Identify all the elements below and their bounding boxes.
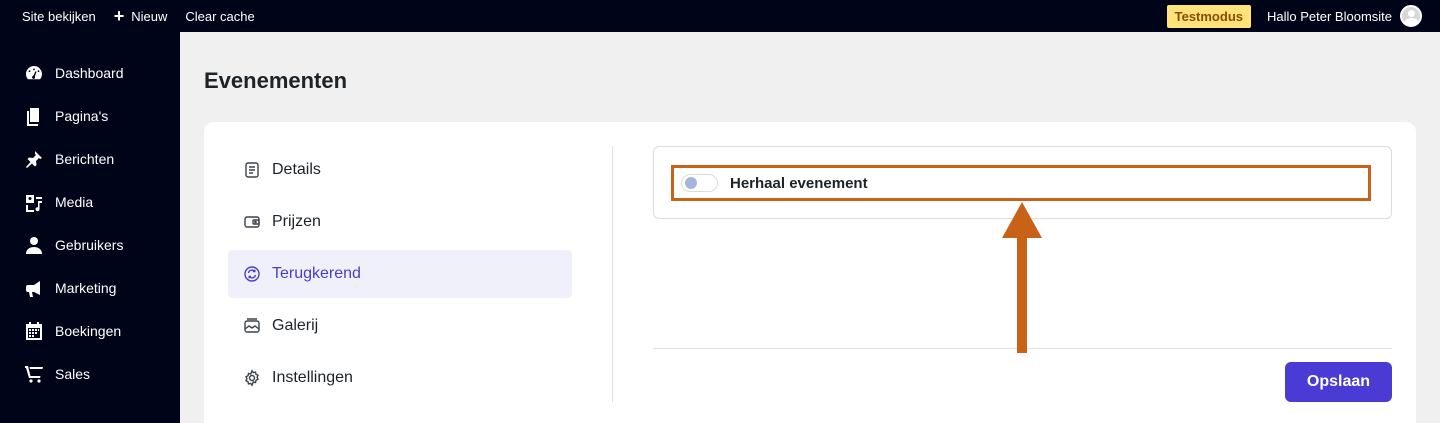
event-editor-card: Details Prijzen Terugkerend Galerij Inst… <box>204 122 1416 423</box>
sidebar-item-label: Media <box>55 193 94 210</box>
repeat-event-toggle[interactable] <box>681 174 718 192</box>
pages-icon <box>24 106 44 126</box>
toggle-knob <box>685 177 697 189</box>
save-button[interactable]: Opslaan <box>1285 362 1392 402</box>
pin-icon <box>24 149 44 169</box>
tab-label: Prijzen <box>272 213 321 230</box>
sidebar-item-dashboard[interactable]: Dashboard <box>0 51 180 94</box>
sidebar-item-users[interactable]: Gebruikers <box>0 223 180 266</box>
gallery-icon <box>243 317 261 335</box>
user-icon <box>24 235 44 255</box>
megaphone-icon <box>24 278 44 298</box>
sidebar-item-sales[interactable]: Sales <box>0 352 180 395</box>
sidebar-item-label: Dashboard <box>55 64 124 81</box>
sidebar-item-marketing[interactable]: Marketing <box>0 266 180 309</box>
plus-icon: + <box>113 6 125 26</box>
test-mode-badge[interactable]: Testmodus <box>1166 4 1251 28</box>
sidebar-item-bookings[interactable]: Boekingen <box>0 309 180 352</box>
refresh-icon <box>243 265 261 283</box>
new-label: Nieuw <box>131 8 168 24</box>
tab-details[interactable]: Details <box>228 146 572 194</box>
view-site-link[interactable]: Site bekijken <box>22 9 96 24</box>
tab-prices[interactable]: Prijzen <box>228 198 572 246</box>
topbar-right: Testmodus Hallo Peter Bloomsite <box>1166 0 1440 32</box>
sidebar-item-pages[interactable]: Pagina's <box>0 94 180 137</box>
annotation-arrow <box>1002 202 1042 353</box>
sidebar-item-media[interactable]: Media <box>0 180 180 223</box>
sidebar-item-label: Gebruikers <box>55 236 124 253</box>
event-tabs: Details Prijzen Terugkerend Galerij Inst… <box>228 146 572 406</box>
gear-icon <box>243 369 261 387</box>
repeat-event-label[interactable]: Herhaal evenement <box>730 175 868 192</box>
sidebar-item-label: Pagina's <box>55 107 109 124</box>
cart-icon <box>24 364 44 384</box>
sidebar-item-posts[interactable]: Berichten <box>0 137 180 180</box>
repeat-event-row-highlight: Herhaal evenement <box>671 165 1371 201</box>
topbar-left: Site bekijken + Nieuw Clear cache <box>0 0 273 32</box>
sidebar-item-label: Boekingen <box>55 322 122 339</box>
sidebar-item-label: Marketing <box>55 279 117 296</box>
document-icon <box>243 161 261 179</box>
tab-label: Details <box>272 161 321 178</box>
user-greeting[interactable]: Hallo Peter Bloomsite <box>1267 9 1392 24</box>
sidebar-item-label: Sales <box>55 365 91 382</box>
tab-label: Instellingen <box>272 369 353 386</box>
admin-top-bar: Site bekijken + Nieuw Clear cache Testmo… <box>0 0 1440 32</box>
tab-gallery[interactable]: Galerij <box>228 302 572 350</box>
wallet-icon <box>243 213 261 231</box>
admin-sidebar: Dashboard Pagina's Berichten Media Gebru… <box>0 32 180 423</box>
media-icon <box>24 192 44 212</box>
tab-label: Galerij <box>272 317 319 334</box>
dashboard-icon <box>24 63 44 83</box>
tab-recurring[interactable]: Terugkerend <box>228 250 572 298</box>
avatar[interactable] <box>1400 5 1422 27</box>
tab-settings[interactable]: Instellingen <box>228 354 572 402</box>
vertical-divider <box>612 146 613 402</box>
page-title: Evenementen <box>204 68 348 93</box>
clear-cache-link[interactable]: Clear cache <box>185 9 254 24</box>
tab-label: Terugkerend <box>272 265 361 282</box>
new-menu[interactable]: + Nieuw <box>114 7 168 25</box>
calendar-icon <box>24 321 44 341</box>
sidebar-item-label: Berichten <box>55 150 115 167</box>
